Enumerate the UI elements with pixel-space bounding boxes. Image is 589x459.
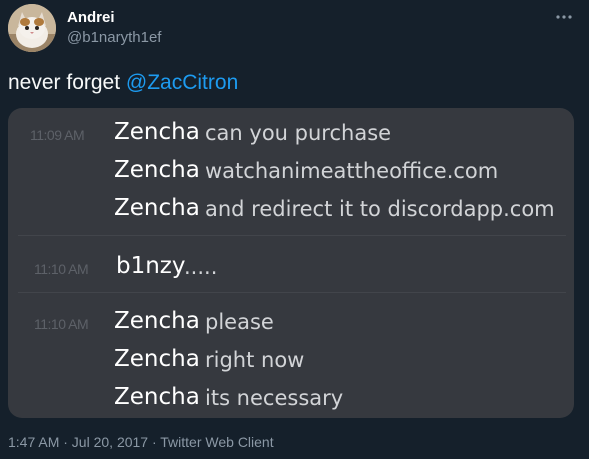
chat-message: 11:10 AM Zencha please bbox=[8, 303, 574, 341]
chat-message: Zencha its necessary bbox=[8, 379, 574, 417]
message-author: Zencha bbox=[114, 384, 200, 410]
tweet-metadata[interactable]: 1:47 AM · Jul 20, 2017 · Twitter Web Cli… bbox=[8, 434, 274, 450]
message-author: Zencha bbox=[114, 195, 200, 221]
message-author: b1nzy bbox=[116, 253, 186, 279]
message-text: can you purchase bbox=[205, 121, 392, 145]
chat-message: Zencha right now bbox=[8, 341, 574, 379]
ellipsis-icon[interactable] bbox=[553, 6, 575, 28]
avatar[interactable] bbox=[8, 4, 56, 52]
chat-message: 11:10 AM b1nzy ..... bbox=[8, 248, 574, 286]
tweet-text: never forget @ZacCitron bbox=[8, 70, 238, 96]
message-text: its necessary bbox=[205, 386, 344, 410]
message-author: Zencha bbox=[114, 157, 200, 183]
message-timestamp: 11:10 AM bbox=[34, 316, 89, 332]
chat-message: 11:09 AM Zencha can you purchase bbox=[8, 114, 574, 152]
message-timestamp: 11:09 AM bbox=[30, 127, 85, 143]
chat-message: Zencha watchanimeattheoffice.com bbox=[8, 152, 574, 190]
tweet-text-prefix: never forget bbox=[8, 71, 126, 94]
message-author: Zencha bbox=[114, 308, 200, 334]
message-text: please bbox=[205, 310, 274, 334]
message-text: ..... bbox=[184, 255, 218, 279]
message-text: watchanimeattheoffice.com bbox=[205, 159, 499, 183]
message-author: Zencha bbox=[114, 346, 200, 372]
message-author: Zencha bbox=[114, 119, 200, 145]
message-divider bbox=[18, 235, 566, 236]
chat-screenshot-image[interactable]: 11:09 AM Zencha can you purchase Zencha … bbox=[8, 108, 574, 418]
chat-message: Zencha and redirect it to discordapp.com bbox=[8, 190, 574, 228]
user-handle[interactable]: @b1naryth1ef bbox=[67, 29, 161, 47]
message-divider bbox=[18, 292, 566, 293]
tweet-header: Andrei @b1naryth1ef bbox=[0, 0, 589, 60]
cat-avatar-icon bbox=[8, 4, 56, 52]
mention-link[interactable]: @ZacCitron bbox=[126, 71, 238, 94]
message-timestamp: 11:10 AM bbox=[34, 261, 89, 277]
display-name[interactable]: Andrei bbox=[67, 9, 115, 27]
message-text: right now bbox=[205, 348, 305, 372]
message-text: and redirect it to discordapp.com bbox=[205, 197, 555, 221]
